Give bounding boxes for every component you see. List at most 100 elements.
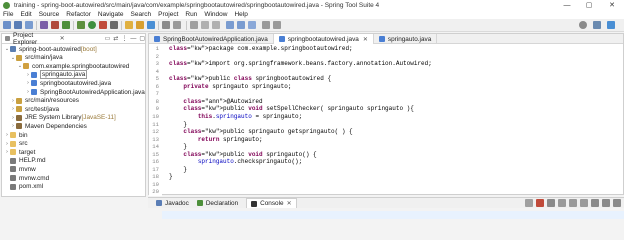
open-console-icon[interactable] [613,199,621,207]
display-console-icon[interactable] [602,199,610,207]
new-class-icon[interactable] [147,21,155,29]
remove-launch-icon[interactable] [547,199,555,207]
menu-search[interactable]: Search [131,11,152,18]
folder-icon [10,132,16,138]
tree-item[interactable]: › target [4,148,35,156]
link-with-editor-icon[interactable]: ⇄ [113,35,118,42]
tree-item[interactable]: pom.xml [4,183,43,191]
tree-item[interactable]: ⌄ com.example.springbootautowired [17,62,129,70]
console-icon[interactable] [40,21,48,29]
collapse-all-icon[interactable]: ▭ [105,35,111,42]
editor-tab-springbootautowired[interactable]: springbootautowired.java ✕ [273,34,374,44]
tree-item[interactable]: › Maven Dependencies [10,122,87,130]
code-line[interactable]: private springauto springauto; [169,83,291,91]
search-toolbar-icon[interactable] [173,21,181,29]
console-toolbar [525,199,624,207]
tree-item[interactable]: HELP.md [4,157,46,165]
close-button[interactable]: ✕ [601,0,623,10]
open-perspective-icon[interactable] [593,21,601,29]
bottom-view-tabs: Javadoc Declaration Console ✕ [148,197,624,208]
project-explorer-tab-label: Project Explorer [13,31,38,46]
menu-file[interactable]: File [3,11,13,18]
folder-icon [10,149,16,156]
tree-item[interactable]: › JRE System Library [JavaSE-11] [10,114,116,122]
toggle-ant-icon[interactable] [190,21,198,29]
code-line[interactable]: class="kw">package com.example.springboo… [169,45,353,53]
tree-item[interactable]: › springbootautowired.java [25,79,111,87]
save-icon[interactable] [14,21,22,29]
back-icon[interactable] [226,21,234,29]
package-icon [23,63,29,70]
terminate-icon[interactable] [525,199,533,207]
stop-icon[interactable] [99,21,107,29]
tree-item-label: target [19,148,36,156]
pin-editor-icon[interactable] [248,21,256,29]
close-icon[interactable]: ✕ [60,35,65,42]
menu-refactor[interactable]: Refactor [66,11,91,18]
menu-window[interactable]: Window [204,11,227,18]
run-icon[interactable] [88,21,96,29]
search-icon[interactable] [579,21,587,29]
java-perspective-icon[interactable] [607,21,615,29]
declaration-tab[interactable]: Declaration [196,200,238,207]
console-tab[interactable]: Console ✕ [246,198,297,208]
close-tab-icon[interactable]: ✕ [363,36,368,43]
code-line[interactable]: class="kw">import org.springframework.be… [169,60,432,68]
code-line[interactable]: springauto.checkspringauto(); [169,158,302,166]
next-annotation-icon[interactable] [201,21,209,29]
project-explorer-tab[interactable]: Project Explorer ✕ ▭ ⇄ ⋮ — ▢ [2,31,145,46]
clear-console-icon[interactable] [558,199,566,207]
maximize-button[interactable]: ▢ [578,0,600,10]
previous-annotation-icon[interactable] [212,21,220,29]
source-folder-icon [16,54,22,61]
tree-item[interactable]: › src/test/java [10,105,59,113]
tree-item[interactable]: › SpringBootAutowiredApplication.java [25,88,145,96]
stop-icon[interactable] [536,199,544,207]
view-menu-icon[interactable]: ⋮ [121,35,127,42]
editor-tab-springauto[interactable]: springauto.java [374,34,438,44]
tree-item[interactable]: mvnw [4,165,36,173]
toolbar-separator [36,21,37,30]
menu-project[interactable]: Project [158,11,178,18]
close-icon[interactable]: ✕ [287,200,292,207]
menu-navigate[interactable]: Navigate [98,11,124,18]
forward-icon[interactable] [237,21,245,29]
tree-item[interactable]: › bin [4,131,28,139]
new-package-icon[interactable] [136,21,144,29]
tree-item[interactable]: ⌄ spring-boot-autowired [boot] [4,45,97,53]
pin-console-icon[interactable] [591,199,599,207]
terminal-icon[interactable] [51,21,59,29]
maximize-view-icon[interactable]: ▢ [139,35,145,42]
minimize-button[interactable]: — [556,0,578,10]
code-line[interactable]: this.springauto = springauto; [169,113,302,121]
tree-item[interactable]: › src/main/resources [10,97,79,105]
tree-item[interactable]: mvnw.cmd [4,174,49,182]
menu-source[interactable]: Source [39,11,60,18]
tree-item[interactable]: › springauto.java [25,70,88,80]
new-java-project-icon[interactable] [125,21,133,29]
debug-icon[interactable] [77,21,85,29]
minimize-view-icon[interactable]: — [130,36,136,42]
new-icon[interactable] [3,21,11,29]
open-type-icon[interactable] [162,21,170,29]
javadoc-tab[interactable]: Javadoc [156,200,189,207]
word-wrap-icon[interactable] [580,199,588,207]
external-tools-icon[interactable] [110,21,118,29]
editor-tab-springbootautowiredapplication[interactable]: SpringBootAutowiredApplication.java [149,34,274,44]
scroll-lock-icon[interactable] [569,199,577,207]
tree-item[interactable]: ⌄ src/main/java [10,54,63,62]
tree-item-label: bin [19,131,28,139]
toolbar-separator [73,21,74,30]
history-icon[interactable] [273,21,281,29]
boot-dashboard-icon[interactable] [62,21,70,29]
menu-run[interactable]: Run [185,11,197,18]
last-edit-icon[interactable] [262,21,270,29]
menu-edit[interactable]: Edit [20,11,31,18]
menu-help[interactable]: Help [234,11,247,18]
code-line[interactable]: } [169,173,173,181]
editor-tab-label: springbootautowired.java [287,35,359,43]
tree-item-label: mvnw [19,165,36,173]
save-all-icon[interactable] [25,21,33,29]
tree-item[interactable]: › src [4,140,27,148]
toolbar-separator [158,21,159,30]
